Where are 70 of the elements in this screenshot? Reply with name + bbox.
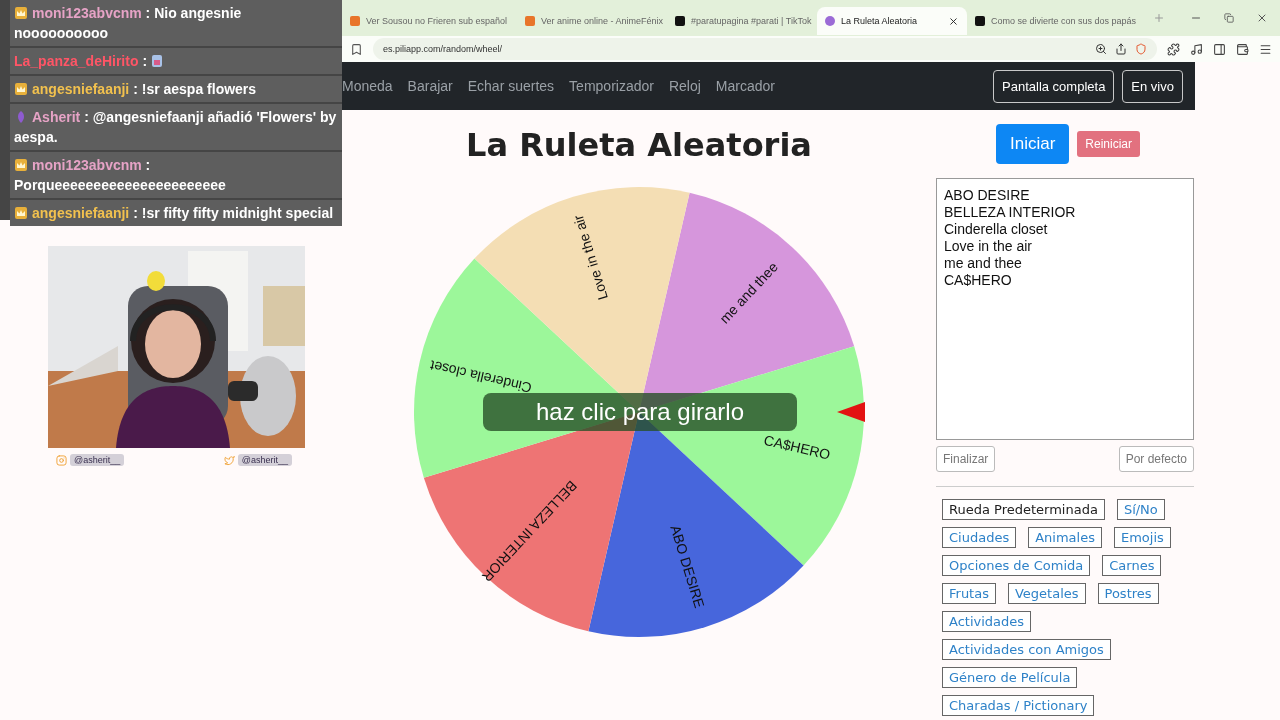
- close-icon[interactable]: [948, 15, 959, 27]
- preset-button[interactable]: Carnes: [1102, 555, 1162, 576]
- share-icon[interactable]: [1115, 43, 1127, 55]
- page-title: La Ruleta Aleatoria: [466, 126, 812, 164]
- browser-tab[interactable]: Ver Sousou no Frieren sub español: [342, 7, 517, 35]
- favicon-icon: [675, 16, 685, 26]
- finish-button[interactable]: Finalizar: [936, 446, 996, 472]
- preset-button[interactable]: Actividades con Amigos: [942, 639, 1111, 660]
- chat-message: Asherit : @angesniefaanji añadió 'Flowers' by aespa.: [10, 104, 342, 150]
- preset-button[interactable]: Charadas / Pictionary: [942, 695, 1095, 716]
- entries-field[interactable]: ABO DESIRE BELLEZA INTERIOR Cinderella closet Love in the air me and thee CA$HERO: [936, 178, 1194, 440]
- segment-label: Love in the air: [569, 213, 611, 302]
- preset-button[interactable]: Emojis: [1113, 527, 1171, 548]
- crown-badge-icon: [14, 82, 28, 96]
- social-handle: @asherit__: [70, 454, 125, 466]
- extensions-icon[interactable]: [1167, 42, 1180, 56]
- bookmark-icon[interactable]: [350, 42, 363, 56]
- segment-label: me and thee: [716, 258, 781, 327]
- chat-message: moni123abvcnm : Nio angesnie noooooooooo: [10, 0, 342, 46]
- menu-icon[interactable]: [1259, 42, 1272, 56]
- nav-link[interactable]: Reloj: [668, 78, 701, 94]
- preset-button[interactable]: Opciones de Comida: [942, 555, 1091, 576]
- close-icon[interactable]: [1256, 12, 1268, 24]
- browser-tab[interactable]: La Ruleta Aleatoria: [817, 7, 967, 35]
- wallet-icon[interactable]: [1236, 42, 1249, 56]
- sidebar-icon[interactable]: [1213, 42, 1226, 56]
- browser-tab[interactable]: #paratupagina #parati | TikTok: [667, 7, 817, 35]
- crown-badge-icon: [14, 158, 28, 172]
- nav-button[interactable]: Pantalla completa: [993, 69, 1115, 103]
- favicon-icon: [525, 16, 535, 26]
- spin-hint[interactable]: haz clic para girarlo: [483, 393, 797, 431]
- reset-button[interactable]: Reiniciar: [1077, 131, 1141, 157]
- default-button[interactable]: Por defecto: [1118, 446, 1194, 472]
- chat-message: angesniefaanji : !sr fifty fifty midnight special: [10, 200, 342, 226]
- crown-badge-icon: [14, 206, 28, 220]
- nav-link[interactable]: Barajar: [407, 78, 453, 94]
- crown-badge-icon: [14, 6, 28, 20]
- favicon-icon: [825, 16, 835, 26]
- browser-tab[interactable]: Ver anime online - AnimeFénix: [517, 7, 667, 35]
- preset-button[interactable]: Ciudades: [942, 527, 1017, 548]
- social-handle: @asherit__: [237, 454, 292, 466]
- preset-button[interactable]: Postres: [1097, 583, 1159, 604]
- chat-message: angesniefaanji : !sr aespa flowers: [10, 76, 342, 102]
- shield-icon[interactable]: [1135, 43, 1147, 55]
- preset-button[interactable]: Frutas: [942, 583, 996, 604]
- nav-link[interactable]: Marcador: [715, 78, 775, 94]
- zoom-icon[interactable]: [1095, 43, 1107, 55]
- preset-button[interactable]: Género de Película: [942, 667, 1078, 688]
- favicon-icon: [975, 16, 985, 26]
- address-bar[interactable]: es.piliapp.com/random/wheel/: [373, 38, 1157, 60]
- favicon-icon: [350, 16, 360, 26]
- restore-icon[interactable]: [1224, 13, 1234, 23]
- segment-label: CA$HERO: [762, 431, 832, 463]
- nav-link[interactable]: Echar suertes: [467, 78, 555, 94]
- nav-button[interactable]: En vivo: [1122, 69, 1183, 103]
- chat-message: La_panza_deHirito :: [10, 48, 342, 74]
- preset-button[interactable]: Animales: [1028, 527, 1102, 548]
- start-button[interactable]: Iniciar: [996, 124, 1070, 164]
- bird-icon: [223, 454, 235, 466]
- browser-tab[interactable]: Como se divierte con sus dos papás: [967, 7, 1147, 35]
- chat-message: moni123abvcnm : Porqueeeeeeeeeeeeeeeeeeeeee: [10, 152, 342, 198]
- nav-link[interactable]: Moneda: [342, 78, 393, 94]
- preset-button[interactable]: Rueda Predeterminada: [942, 499, 1105, 520]
- instagram-icon: [56, 454, 67, 466]
- music-icon[interactable]: [1190, 42, 1203, 56]
- pointer-icon: [837, 402, 865, 422]
- preset-button[interactable]: Sí/No: [1116, 499, 1165, 520]
- preset-button[interactable]: Vegetales: [1007, 583, 1086, 604]
- preset-button[interactable]: Actividades: [942, 611, 1032, 632]
- nav-link[interactable]: Temporizador: [569, 78, 654, 94]
